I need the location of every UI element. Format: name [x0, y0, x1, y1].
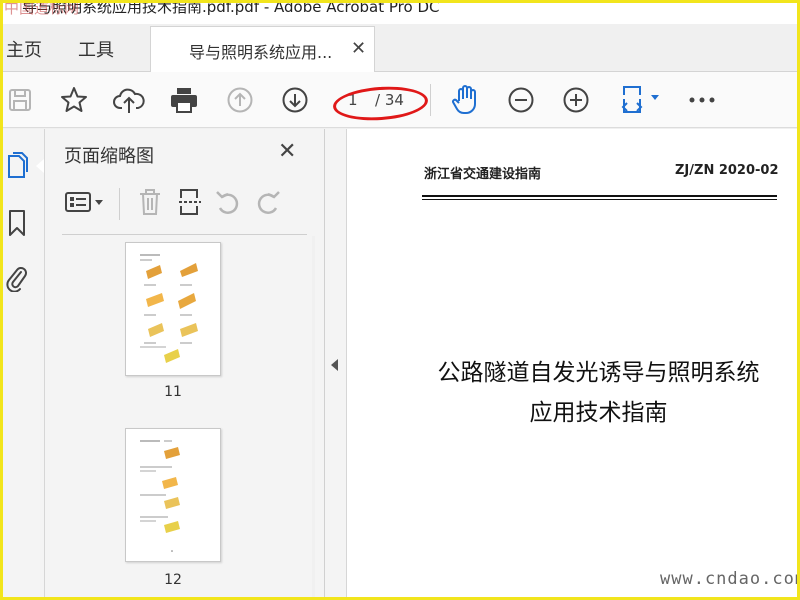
more-options-icon[interactable]: [686, 84, 718, 116]
panel-divider: [62, 234, 307, 235]
insert-page-icon[interactable]: [176, 188, 204, 216]
doc-title-line2: 应用技术指南: [529, 400, 668, 426]
header-rule: [422, 195, 777, 197]
collapse-arrow-icon[interactable]: [331, 359, 338, 371]
previous-page-icon[interactable]: [224, 84, 256, 116]
print-icon[interactable]: [168, 84, 200, 116]
delete-page-icon[interactable]: [136, 188, 164, 216]
cloud-upload-icon[interactable]: [113, 84, 145, 116]
page-thumbnail[interactable]: [125, 428, 221, 562]
page-thumbnail[interactable]: [125, 242, 221, 376]
panel-toolbar-divider: [119, 188, 120, 220]
window-title: 导与照明系统应用技术指南.pdf.pdf - Adobe Acrobat Pro…: [22, 0, 440, 16]
bookmarks-icon[interactable]: [4, 209, 30, 237]
rotate-clockwise-icon[interactable]: [254, 188, 282, 216]
panel-collapse-handle[interactable]: [325, 129, 347, 600]
bookmark-star-icon[interactable]: [58, 84, 90, 116]
thumbnail-options-dropdown-icon[interactable]: [64, 188, 108, 216]
nav-home[interactable]: 主页: [6, 36, 42, 62]
site-logo-watermark: 中国道标网: [4, 0, 80, 17]
hand-tool-icon[interactable]: [450, 84, 482, 116]
thumbnail-list: 11 12 ▲ ▼: [62, 236, 315, 600]
nav-tools[interactable]: 工具: [78, 36, 114, 62]
attachments-icon[interactable]: [4, 264, 30, 292]
tab-row: 主页 工具 导与照明系统应用... ✕: [0, 24, 800, 72]
header-rule-thin: [422, 199, 777, 200]
site-watermark: www.cndao.com: [660, 569, 800, 589]
doc-header-right: ZJ/ZN 2020-02: [675, 163, 779, 178]
doc-header-left: 浙江省交通建设指南: [424, 167, 542, 182]
toolbar-divider: [430, 84, 431, 116]
page-thumbnails-icon[interactable]: [4, 151, 30, 179]
close-tab-icon[interactable]: ✕: [351, 38, 366, 59]
zoom-out-icon[interactable]: [505, 84, 537, 116]
document-tab-label: 导与照明系统应用...: [189, 43, 333, 62]
thumbnail-page-number: 11: [164, 384, 182, 400]
panel-title: 页面缩略图: [64, 146, 154, 167]
thumbnail-panel: 页面缩略图 ✕ 11 12: [45, 129, 325, 600]
document-page: 浙江省交通建设指南 ZJ/ZN 2020-02 公路隧道自发光诱导与照明系统 应…: [347, 129, 800, 600]
save-icon[interactable]: [4, 84, 36, 116]
fit-page-dropdown-icon[interactable]: [615, 84, 663, 116]
thumbnail-scrollbar[interactable]: ▲ ▼: [312, 236, 315, 600]
active-rail-pointer: [36, 159, 44, 173]
thumbnail-page-number: 12: [164, 572, 182, 588]
close-panel-icon[interactable]: ✕: [278, 139, 296, 164]
panel-toolbar: [64, 184, 309, 224]
navigation-rail: [0, 129, 45, 600]
doc-title-line1: 公路隧道自发光诱导与照明系统: [437, 360, 760, 386]
document-tab[interactable]: 导与照明系统应用... ✕: [150, 26, 375, 72]
next-page-icon[interactable]: [279, 84, 311, 116]
rotate-counterclockwise-icon[interactable]: [214, 188, 242, 216]
window-title-bar: 导与照明系统应用技术指南.pdf.pdf - Adobe Acrobat Pro…: [0, 0, 800, 24]
zoom-in-icon[interactable]: [560, 84, 592, 116]
